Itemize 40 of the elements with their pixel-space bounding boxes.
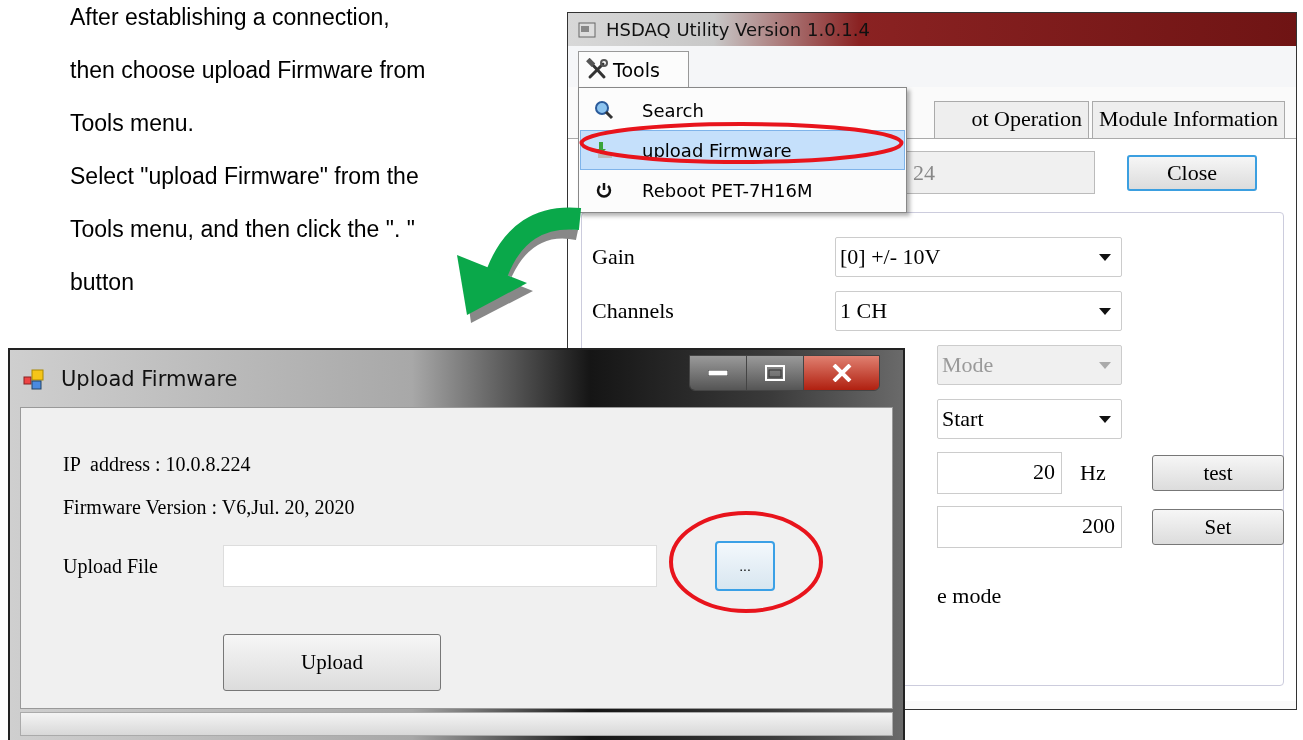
browse-button[interactable]: ...: [715, 541, 775, 591]
field-label: Upload File: [63, 554, 159, 578]
setting-label: Gain: [592, 244, 636, 270]
file-path-field[interactable]: [223, 545, 657, 587]
instruction-text: Select "upload Firmware" from the Tools menu, and then click the ". " button: [70, 162, 420, 297]
close-button[interactable]: Close: [1127, 154, 1257, 191]
number-field[interactable]: 20: [937, 452, 1062, 494]
setting-label: Channels: [592, 298, 675, 324]
caret-icon: [1099, 415, 1111, 423]
option-label: e mode: [937, 582, 1002, 609]
maximize-icon: [765, 365, 785, 381]
minimize-icon: [708, 370, 728, 376]
tab[interactable]: Module Information: [1091, 101, 1285, 138]
unit-label: Hz: [1080, 460, 1106, 486]
dropdown[interactable]: 1 CH: [835, 291, 1122, 331]
action-button[interactable]: Set: [1152, 509, 1284, 545]
action-button[interactable]: test: [1152, 455, 1284, 491]
tab[interactable]: ot Operation: [933, 101, 1089, 138]
window-title: Upload Firmware: [61, 366, 238, 391]
power-icon: [594, 181, 613, 199]
upload-button[interactable]: Upload: [223, 634, 441, 691]
firmware-version-text: Firmware Version : V6,Jul. 20, 2020: [63, 496, 355, 519]
app-icon: [578, 21, 596, 38]
caret-icon: [1099, 307, 1111, 315]
caret-icon: [1099, 253, 1111, 261]
dropdown[interactable]: [0] +/- 10V: [835, 237, 1122, 277]
window-title: HSDAQ Utility Version 1.0.1.4: [606, 19, 870, 40]
menu-item[interactable]: Search: [580, 90, 905, 130]
app-icon: [23, 367, 47, 390]
close-button[interactable]: [804, 356, 879, 390]
close-icon: [831, 364, 852, 382]
search-icon: [593, 100, 614, 120]
dropdown[interactable]: Start: [937, 399, 1122, 439]
minimize-button[interactable]: [690, 356, 747, 390]
instruction-text: After establishing a connection, then choose upload Firmware from Tools menu.: [70, 3, 426, 138]
caret-icon: [1099, 361, 1111, 369]
tools-menu[interactable]: Tools: [578, 51, 689, 87]
maximize-button[interactable]: [747, 356, 804, 390]
ip-address-text: IP address : 10.0.8.224: [63, 453, 251, 476]
number-field[interactable]: 200: [937, 506, 1122, 548]
